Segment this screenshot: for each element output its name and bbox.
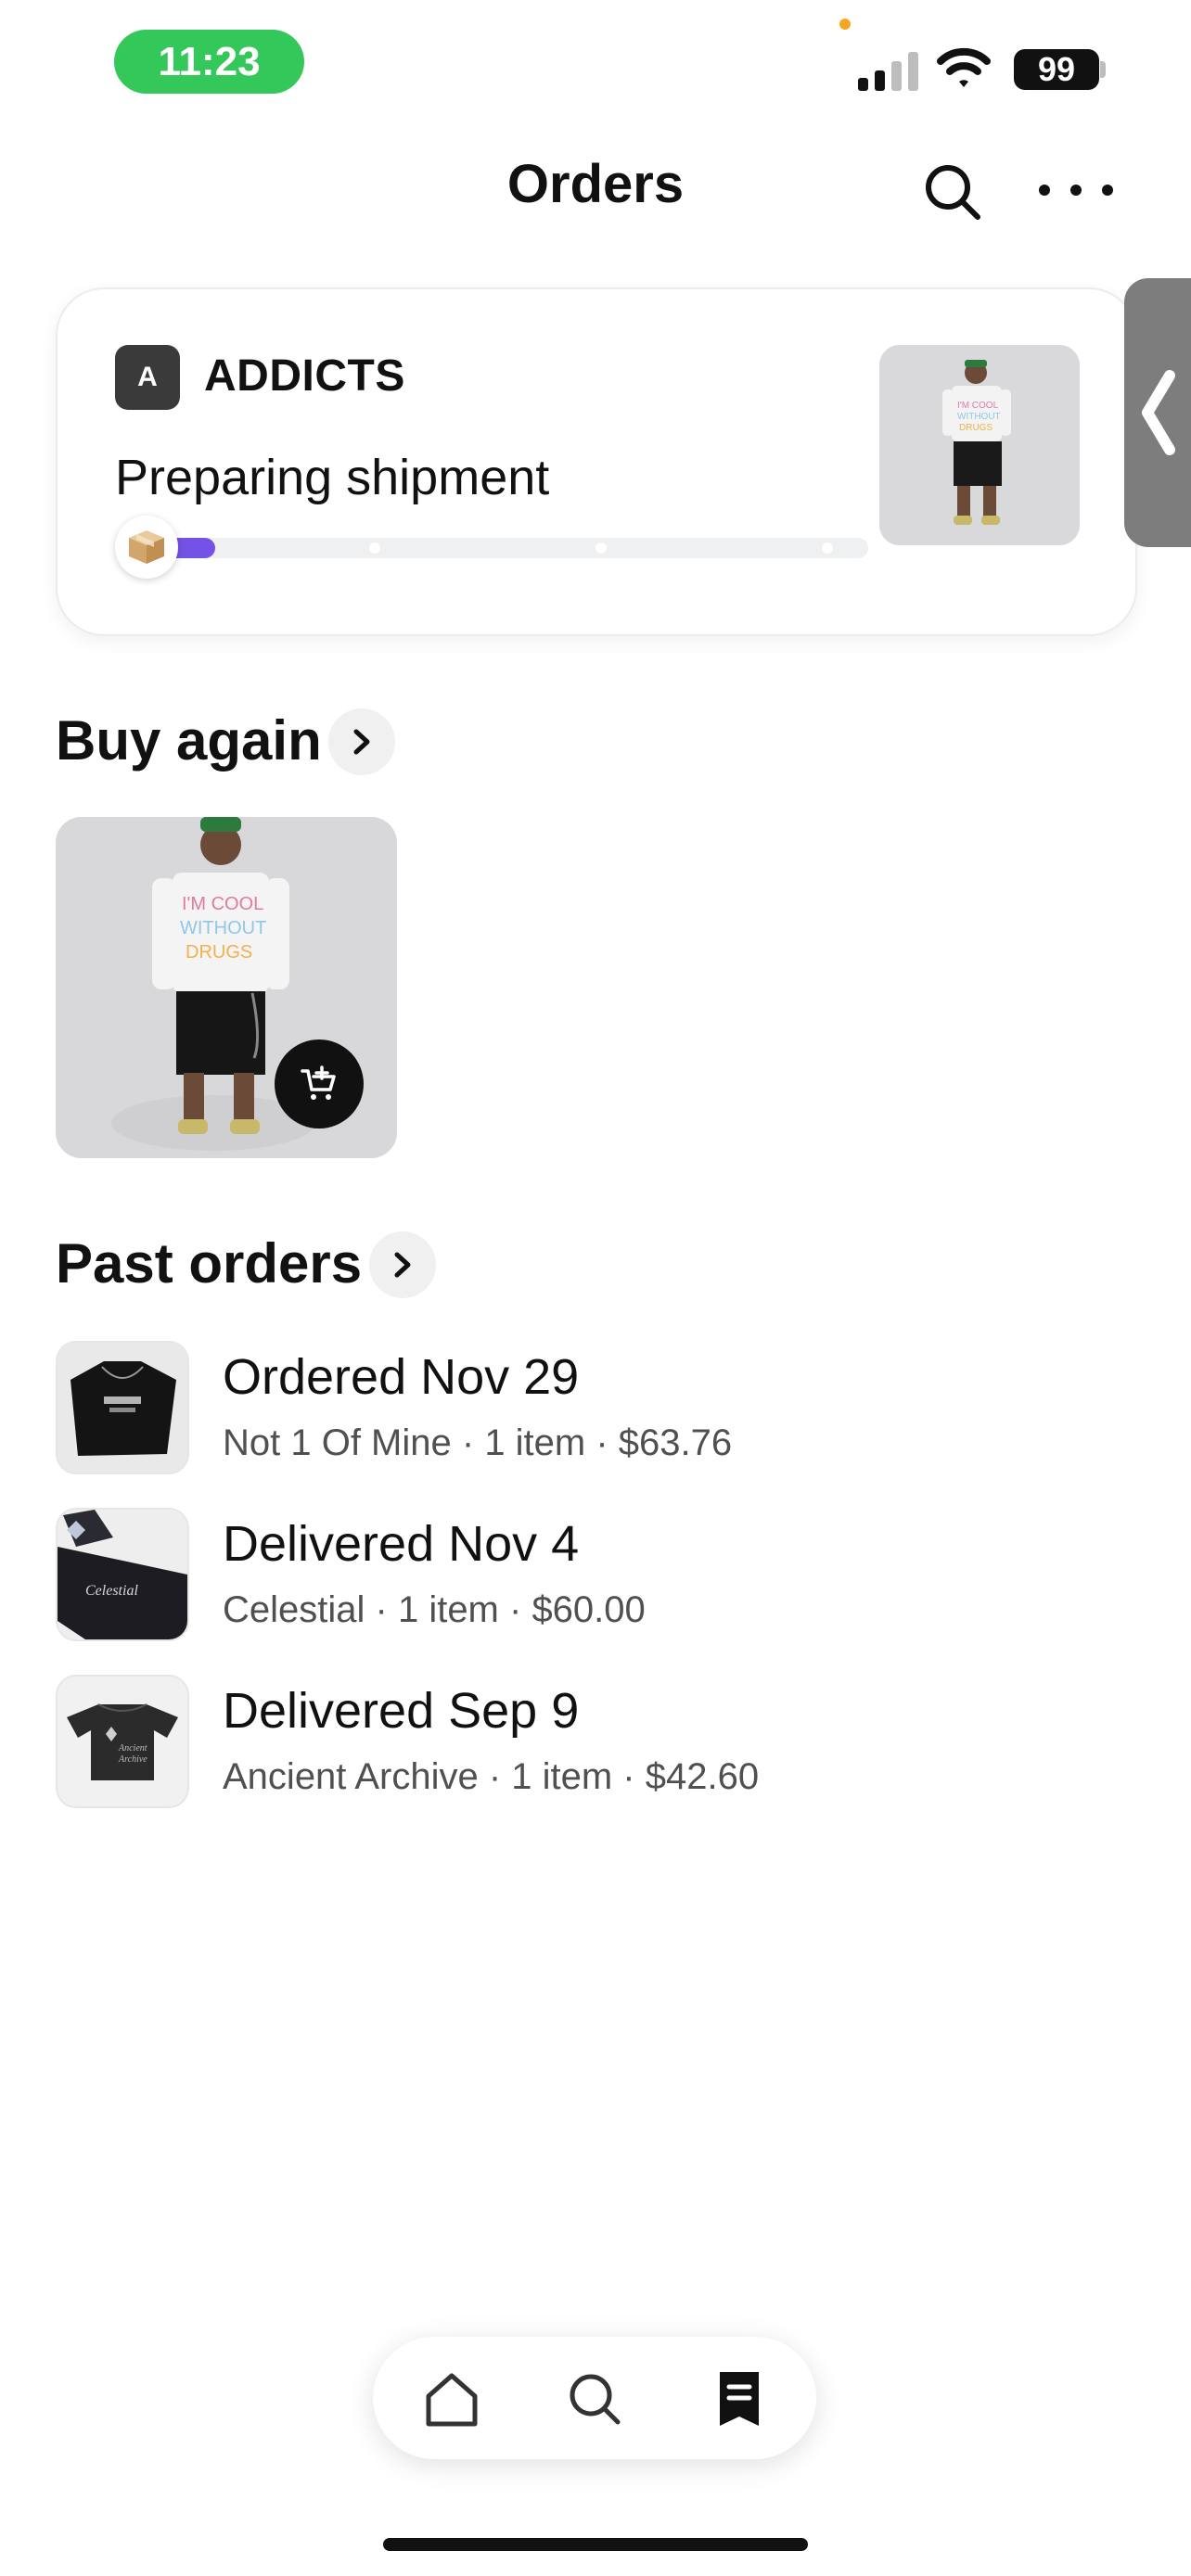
buy-again-title: Buy again bbox=[56, 709, 322, 772]
more-dot bbox=[1039, 185, 1050, 196]
svg-text:WITHOUT: WITHOUT bbox=[180, 918, 266, 938]
buy-again-more-button[interactable] bbox=[328, 708, 395, 775]
svg-text:I'M COOL: I'M COOL bbox=[957, 401, 999, 411]
cart-add-icon bbox=[301, 1065, 336, 1100]
more-options-button[interactable] bbox=[1039, 172, 1113, 209]
bottom-navigation bbox=[373, 2337, 816, 2459]
buy-again-product-card[interactable]: I'M COOL WITHOUT DRUGS bbox=[56, 817, 397, 1158]
package-icon bbox=[115, 516, 178, 579]
order-store: Not 1 Of Mine bbox=[223, 1422, 452, 1463]
order-thumbnail: Ancient Archive bbox=[56, 1675, 189, 1808]
add-to-cart-button[interactable] bbox=[275, 1039, 364, 1129]
order-item-count: 1 item bbox=[397, 1589, 499, 1630]
home-indicator bbox=[383, 2538, 808, 2551]
chevron-right-icon bbox=[394, 1252, 411, 1278]
svg-text:Ancient: Ancient bbox=[118, 1743, 147, 1753]
svg-text:I'M COOL: I'M COOL bbox=[182, 894, 263, 914]
order-price: $42.60 bbox=[645, 1756, 760, 1797]
order-item-count: 1 item bbox=[511, 1756, 613, 1797]
order-store: Celestial bbox=[223, 1589, 365, 1630]
more-dot bbox=[1070, 185, 1082, 196]
order-product-image: I'M COOL WITHOUT DRUGS bbox=[879, 345, 1080, 545]
store-name: ADDICTS bbox=[204, 351, 405, 401]
page-title: Orders bbox=[506, 154, 685, 214]
store-avatar: A bbox=[115, 345, 180, 410]
order-title: Delivered Nov 4 bbox=[223, 1516, 580, 1572]
home-icon[interactable] bbox=[419, 2366, 484, 2431]
past-order-row[interactable]: Ordered Nov 29 Not 1 Of Mine · 1 item · … bbox=[56, 1341, 1132, 1474]
more-dot bbox=[1102, 185, 1113, 196]
progress-step-dot bbox=[822, 542, 833, 554]
search-icon[interactable] bbox=[920, 159, 985, 224]
receipt-icon[interactable] bbox=[707, 2366, 772, 2431]
search-icon[interactable] bbox=[562, 2366, 627, 2431]
order-price: $60.00 bbox=[531, 1589, 646, 1630]
order-price: $63.76 bbox=[618, 1422, 733, 1463]
battery-tip bbox=[1100, 61, 1106, 78]
order-title: Delivered Sep 9 bbox=[223, 1683, 580, 1739]
order-item-count: 1 item bbox=[484, 1422, 586, 1463]
shipment-progress-bar bbox=[150, 538, 868, 558]
order-details: Celestial · 1 item · $60.00 bbox=[223, 1589, 646, 1630]
current-order-card[interactable]: A ADDICTS Preparing shipment I'M COOL WI… bbox=[56, 287, 1137, 636]
svg-text:Archive: Archive bbox=[118, 1754, 147, 1765]
svg-text:WITHOUT: WITHOUT bbox=[957, 412, 1001, 422]
order-store: Ancient Archive bbox=[223, 1756, 479, 1797]
order-thumbnail: Celestial bbox=[56, 1508, 189, 1641]
shipment-status: Preparing shipment bbox=[115, 450, 550, 505]
order-details: Not 1 Of Mine · 1 item · $63.76 bbox=[223, 1422, 733, 1463]
svg-text:DRUGS: DRUGS bbox=[959, 423, 992, 433]
privacy-indicator-dot bbox=[839, 19, 851, 30]
svg-text:Celestial: Celestial bbox=[85, 1583, 138, 1599]
svg-text:DRUGS: DRUGS bbox=[186, 942, 252, 963]
past-order-row[interactable]: Ancient Archive Delivered Sep 9 Ancient … bbox=[56, 1675, 1132, 1808]
chevron-left-icon bbox=[1142, 370, 1175, 455]
wifi-icon bbox=[937, 47, 991, 87]
order-thumbnail bbox=[56, 1341, 189, 1474]
cellular-signal-icon bbox=[858, 52, 918, 91]
past-orders-more-button[interactable] bbox=[369, 1231, 436, 1298]
side-panel-handle[interactable] bbox=[1124, 278, 1191, 547]
past-order-row[interactable]: Celestial Delivered Nov 4 Celestial · 1 … bbox=[56, 1508, 1132, 1641]
status-time: 11:23 bbox=[114, 30, 304, 94]
order-title: Ordered Nov 29 bbox=[223, 1349, 580, 1405]
past-orders-title: Past orders bbox=[56, 1232, 363, 1294]
battery-indicator: 99 bbox=[1014, 49, 1099, 90]
progress-step-dot bbox=[596, 542, 607, 554]
progress-step-dot bbox=[369, 542, 380, 554]
order-details: Ancient Archive · 1 item · $42.60 bbox=[223, 1756, 760, 1797]
chevron-right-icon bbox=[353, 729, 370, 755]
